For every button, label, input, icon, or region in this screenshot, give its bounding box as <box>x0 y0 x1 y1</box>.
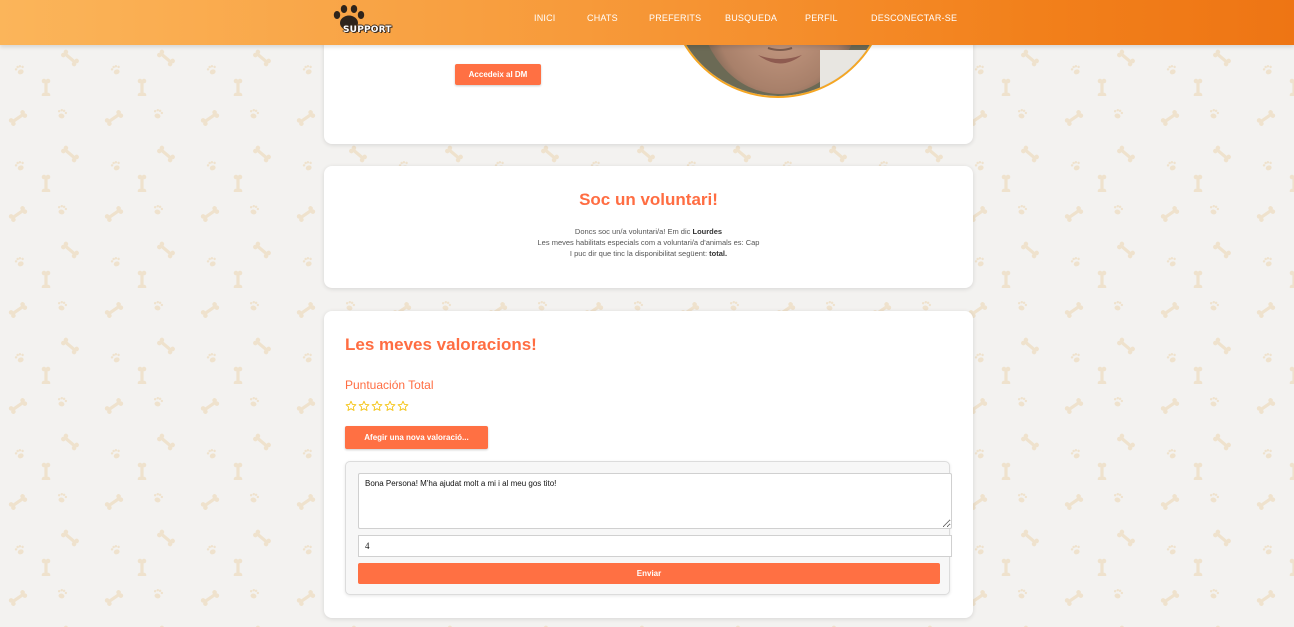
comment-textarea[interactable]: Bona Persona! M'ha ajudat molt a mi i al… <box>358 473 952 529</box>
star-rating <box>345 400 409 412</box>
volunteer-name: Lourdes <box>692 227 723 236</box>
logo-text: SUPPORT <box>343 25 392 35</box>
ratings-title: Les meves valoracions! <box>345 335 537 354</box>
rating-form: Bona Persona! M'ha ajudat molt a mi i al… <box>345 461 952 595</box>
nav-perfil[interactable]: PERFIL <box>805 13 838 23</box>
availability-text: I puc dir que tinc la disponibilitat seg… <box>569 249 710 258</box>
nav-preferits[interactable]: PREFERITS <box>649 13 701 23</box>
nav-chats[interactable]: CHATS <box>587 13 618 23</box>
star-icon <box>397 400 409 411</box>
volunteer-intro-text: Doncs soc un/a voluntari/a! Em dic <box>574 227 693 236</box>
volunteer-title: Soc un voluntari! <box>579 190 718 209</box>
volunteer-availability: I puc dir que tinc la disponibilitat seg… <box>324 249 973 258</box>
availability-value: total. <box>709 249 728 258</box>
volunteer-card: Soc un voluntari! Doncs soc un/a volunta… <box>324 166 973 288</box>
send-button[interactable]: Enviar <box>358 563 940 584</box>
star-icon <box>371 400 383 411</box>
volunteer-intro: Doncs soc un/a voluntari/a! Em dic Lourd… <box>324 227 973 236</box>
ratings-card: Les meves valoracions! Puntuación Total … <box>324 311 973 618</box>
score-input[interactable] <box>358 535 952 557</box>
star-icon <box>345 400 357 411</box>
star-icon <box>384 400 396 411</box>
nav-desconectar[interactable]: DESCONECTAR-SE <box>871 13 957 23</box>
navbar: SUPPORT INICI CHATS PREFERITS BUSQUEDA P… <box>0 0 1294 45</box>
star-icon <box>358 400 370 411</box>
total-score-label: Puntuación Total <box>345 378 434 392</box>
nav-busqueda[interactable]: BUSQUEDA <box>725 13 777 23</box>
dm-button[interactable]: Accedeix al DM <box>455 64 541 85</box>
add-rating-button[interactable]: Afegir una nova valoració... <box>345 426 488 449</box>
brand-logo[interactable]: SUPPORT <box>330 3 392 39</box>
volunteer-skills: Les meves habilitats especials com a vol… <box>537 238 760 247</box>
nav-inici[interactable]: INICI <box>534 13 556 23</box>
